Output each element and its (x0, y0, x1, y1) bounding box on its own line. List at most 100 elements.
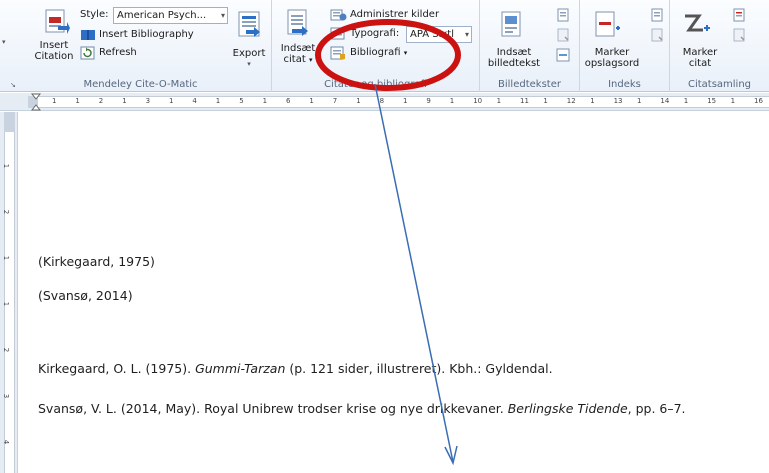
reference-1-authors: Kirkegaard, O. L. (1975). (38, 361, 196, 376)
insert-index-icon[interactable] (650, 8, 664, 22)
ruler-number: 1 (637, 97, 642, 105)
ruler-number: 2 (98, 97, 104, 105)
manage-sources-button[interactable]: Administrer kilder (350, 9, 439, 21)
refresh-icon (80, 46, 95, 60)
export-label: Export (232, 48, 266, 59)
insert-citation-da-label-2: citat (283, 54, 306, 65)
insert-toa-icon[interactable] (732, 8, 746, 22)
vertical-ruler-number: 1 (2, 163, 11, 169)
insert-citation-label-1: Insert (39, 40, 69, 51)
insert-citation-da-button[interactable]: Indsæt citat ▾ (276, 43, 320, 66)
vertical-ruler-margin (4, 112, 15, 132)
style-label: Style: (80, 9, 109, 20)
mark-entry-button[interactable]: Marker opslagsord (580, 47, 644, 69)
ruler-number: 1 (590, 97, 595, 105)
mark-entry-label-1: Marker (594, 47, 630, 58)
bibliography-chevron-icon: ▾ (403, 49, 408, 57)
update-table-icon[interactable] (556, 28, 570, 42)
ruler-number: 9 (426, 97, 431, 105)
insert-citation-label-2: Citation (34, 51, 74, 62)
ruler-number: 1 (683, 97, 689, 105)
insert-citation-icon[interactable] (44, 8, 70, 36)
bibliography-button[interactable]: Bibliografi ▾ (350, 47, 407, 59)
horizontal-ruler[interactable]: 1 1 2 1 3 1 4 1 5 1 6 1 7 1 8 1 9 1 10 1 11 1 12 1 13 1 14 1 15 1 16 (0, 93, 769, 111)
ruler-number: 1 (543, 97, 548, 105)
typography-select-value: APA Sixtl (410, 29, 454, 40)
ruler-number: 1 (262, 97, 268, 105)
mark-citation-label-2: citat (688, 58, 712, 69)
insert-bibliography-button[interactable]: Insert Bibliography (99, 29, 194, 41)
group-label-citations: Citater og bibliografi (324, 79, 427, 90)
ruler-number: 1 (169, 97, 174, 105)
export-icon[interactable] (236, 10, 264, 40)
group-label-index: Indeks (608, 79, 641, 90)
reference-1-details: (p. 121 sider, illustreret). Kbh.: Gylde… (285, 361, 553, 376)
typography-select[interactable]: APA Sixtl ▾ (406, 26, 472, 43)
ruler-number: 7 (332, 97, 338, 105)
ruler-number: 1 (122, 97, 127, 105)
insert-citation-button[interactable]: Insert Citation (26, 40, 82, 62)
group-mendeley: Insert Citation Style: American Psych...… (10, 0, 272, 92)
ruler-number: 1 (215, 97, 221, 105)
in-text-citation-2[interactable]: (Svansø, 2014) (38, 288, 133, 303)
typography-label: Typografi: (350, 28, 400, 39)
vertical-ruler[interactable]: 1 2 1 1 2 3 4 (0, 112, 18, 473)
mark-citation-button[interactable]: Marker citat (670, 47, 730, 69)
ruler-track (28, 96, 769, 108)
group-launcher-icon[interactable]: ↘ (10, 81, 16, 89)
update-index-icon[interactable] (650, 28, 664, 42)
ruler-number: 11 (520, 97, 529, 105)
manage-sources-icon (330, 9, 347, 21)
ruler-number: 5 (239, 97, 244, 105)
export-button[interactable]: Export ▾ (232, 48, 266, 70)
reference-entry-1[interactable]: Kirkegaard, O. L. (1975). Gummi-Tarzan (… (38, 361, 553, 376)
typography-chevron-down-icon: ▾ (464, 30, 469, 39)
insert-caption-icon[interactable] (500, 10, 524, 38)
bibliography-label: Bibliografi (350, 47, 401, 58)
indent-marker-icon[interactable] (31, 93, 41, 111)
style-select-value: American Psych... (117, 10, 207, 21)
ruler-number: 1 (356, 97, 361, 105)
group-label-captions: Billedtekster (498, 79, 561, 90)
insert-caption-label-2: billedtekst (487, 58, 541, 69)
mark-entry-icon[interactable] (594, 10, 624, 40)
bibliography-icon (330, 46, 345, 60)
ruler-number: 1 (52, 97, 57, 105)
insert-caption-button[interactable]: Indsæt billedtekst (482, 47, 546, 69)
vertical-ruler-number: 1 (2, 301, 11, 307)
insert-bibliography-icon (81, 30, 95, 40)
ruler-number: 13 (613, 97, 623, 105)
cross-reference-icon[interactable] (556, 48, 570, 62)
reference-2-source: Berlingske Tidende (507, 401, 628, 416)
insert-citation-chevron-icon: ▾ (308, 56, 313, 64)
ruler-number: 15 (707, 97, 717, 105)
ruler-number: 12 (566, 97, 576, 105)
insert-table-of-figures-icon[interactable] (556, 8, 570, 22)
reference-entry-2[interactable]: Svansø, V. L. (2014, May). Royal Unibrew… (38, 401, 686, 416)
ruler-number: 10 (473, 97, 483, 105)
group-label-mendeley: Mendeley Cite-O-Matic (83, 79, 198, 90)
ribbon-left-arrow-icon[interactable]: ▾ (2, 38, 6, 46)
group-captions: Indsæt billedtekst Billedtekster (480, 0, 580, 92)
reference-2-authors: Svansø, V. L. (2014, May). Royal Unibrew… (38, 401, 508, 416)
document-page[interactable]: (Kirkegaard, 1975) (Svansø, 2014) Kirkeg… (19, 112, 769, 473)
vertical-ruler-number: 2 (2, 209, 11, 215)
update-toa-icon[interactable] (732, 28, 746, 42)
ruler-number: 1 (730, 97, 736, 105)
mark-citation-label-1: Marker (682, 47, 718, 58)
insert-citation-da-icon[interactable] (286, 8, 310, 38)
insert-caption-label-1: Indsæt (496, 47, 532, 58)
vertical-ruler-number: 1 (2, 255, 11, 261)
reference-1-title: Gummi-Tarzan (195, 361, 286, 376)
refresh-button[interactable]: Refresh (99, 47, 137, 59)
in-text-citation-1[interactable]: (Kirkegaard, 1975) (38, 254, 155, 269)
group-index: Marker opslagsord Indeks (580, 0, 670, 92)
export-chevron-down-icon: ▾ (247, 60, 251, 68)
ruler-number: 8 (379, 97, 385, 105)
insert-citation-da-label-1: Indsæt (280, 43, 316, 54)
vertical-ruler-number: 3 (2, 393, 11, 399)
ruler-number: 1 (309, 97, 314, 105)
mark-citation-icon[interactable] (682, 12, 712, 38)
style-select[interactable]: American Psych... ▾ (113, 7, 228, 24)
mark-entry-label-2: opslagsord (584, 58, 640, 69)
